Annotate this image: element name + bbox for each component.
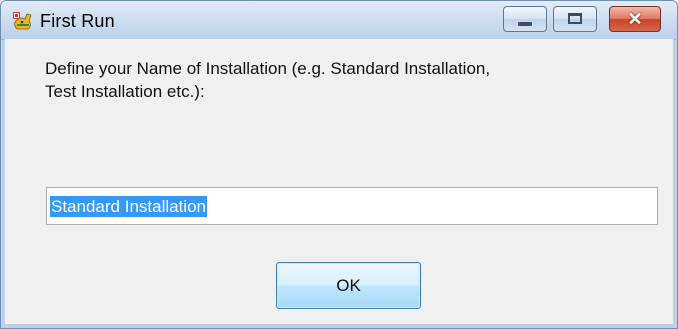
installation-name-input[interactable]: Standard Installation — [46, 187, 658, 225]
first-run-window: First Run ✕ Define your Name of Installa… — [0, 0, 678, 329]
title-bar[interactable]: First Run ✕ — [1, 1, 677, 40]
ok-button[interactable]: OK — [276, 262, 421, 309]
maximize-icon — [568, 13, 582, 24]
minimize-button[interactable] — [503, 6, 547, 32]
prompt-line-1: Define your Name of Installation (e.g. S… — [45, 59, 491, 78]
close-button[interactable]: ✕ — [609, 6, 661, 32]
window-title: First Run — [40, 11, 115, 31]
close-icon: ✕ — [627, 9, 643, 29]
installation-name-prompt: Define your Name of Installation (e.g. S… — [45, 57, 625, 103]
minimize-icon — [518, 22, 532, 26]
maximize-button[interactable] — [553, 6, 597, 32]
installation-name-value: Standard Installation — [50, 196, 207, 217]
app-icon — [13, 12, 32, 30]
window-bottom-border — [1, 324, 677, 328]
prompt-line-2: Test Installation etc.): — [45, 82, 205, 101]
